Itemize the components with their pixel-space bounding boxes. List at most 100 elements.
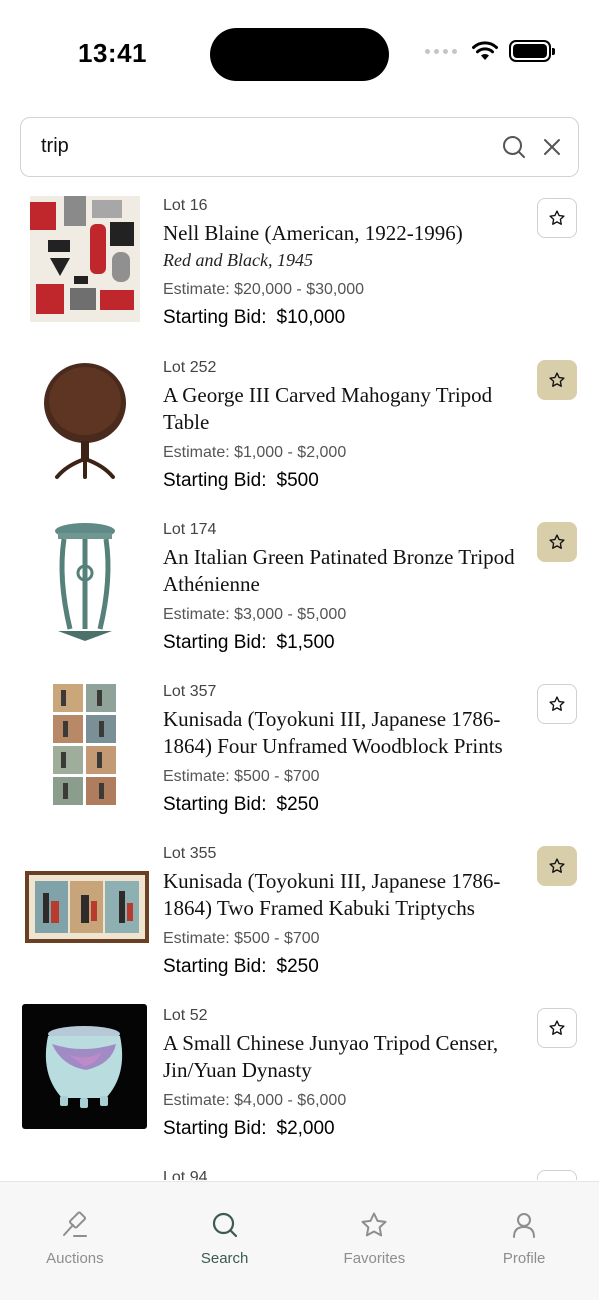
- battery-icon: [509, 40, 555, 62]
- lot-subtitle: Red and Black, 1945: [163, 250, 313, 270]
- lot-estimate: Estimate: $3,000 - $5,000: [163, 606, 347, 623]
- favorite-button[interactable]: [537, 1008, 577, 1048]
- status-time: 13:41: [78, 38, 147, 68]
- list-item[interactable]: Lot 52 A Small Chinese Junyao Tripod Cen…: [0, 1000, 599, 1162]
- tab-profile[interactable]: Profile: [449, 1182, 599, 1300]
- star-icon: [361, 1212, 387, 1237]
- starting-bid-value: $10,000: [276, 307, 346, 328]
- lot-number: Lot 252: [163, 359, 217, 376]
- star-icon: [549, 372, 565, 387]
- lot-number: Lot 52: [163, 1007, 208, 1024]
- lot-info[interactable]: Lot 174 An Italian Green Patinated Bronz…: [163, 520, 528, 656]
- tab-label: Profile: [502, 1250, 546, 1267]
- favorite-button[interactable]: [537, 684, 577, 724]
- search-input[interactable]: [41, 118, 481, 175]
- lot-title: Nell Blaine (American, 1922-1996): [163, 221, 463, 245]
- lot-estimate: Estimate: $500 - $700: [163, 768, 320, 785]
- lot-thumbnail[interactable]: [20, 518, 150, 648]
- lot-info[interactable]: Lot 94: [163, 1168, 528, 1180]
- lot-title: Kunisada (Toyokuni III, Japanese 1786-18…: [163, 869, 501, 920]
- lot-info[interactable]: Lot 252 A George III Carved Mahogany Tri…: [163, 358, 528, 494]
- abstract-painting-image: [30, 196, 140, 322]
- lot-thumbnail[interactable]: [20, 680, 150, 810]
- lot-title: An Italian Green Patinated Bronze Tripod…: [163, 545, 515, 596]
- lot-number: Lot 16: [163, 197, 208, 214]
- athenienne-image: [55, 523, 115, 641]
- tab-search[interactable]: Search: [150, 1182, 300, 1300]
- starting-bid-label: Starting Bid:: [163, 956, 267, 977]
- starting-bid-value: $250: [276, 956, 319, 977]
- lot-thumbnail[interactable]: [20, 194, 150, 324]
- woodblock-prints-image: [53, 684, 116, 805]
- lot-number: Lot 355: [163, 845, 217, 862]
- star-icon: [549, 210, 565, 225]
- lot-info[interactable]: Lot 16 Nell Blaine (American, 1922-1996)…: [163, 196, 528, 331]
- dynamic-island: [210, 28, 389, 81]
- lot-title: A Small Chinese Junyao Tripod Censer, Ji…: [163, 1031, 499, 1082]
- lot-number: Lot 94: [163, 1169, 208, 1180]
- list-item[interactable]: Lot 16 Nell Blaine (American, 1922-1996)…: [0, 190, 599, 352]
- starting-bid-value: $500: [276, 470, 319, 491]
- search-icon[interactable]: [501, 134, 527, 160]
- list-item[interactable]: Lot 94: [0, 1162, 599, 1180]
- favorite-button[interactable]: [537, 1170, 577, 1180]
- lot-number: Lot 357: [163, 683, 217, 700]
- lot-info[interactable]: Lot 357 Kunisada (Toyokuni III, Japanese…: [163, 682, 528, 818]
- gavel-icon: [62, 1211, 87, 1237]
- starting-bid: Starting Bid: $1,500: [163, 630, 528, 656]
- starting-bid-label: Starting Bid:: [163, 1118, 267, 1139]
- lot-thumbnail[interactable]: [22, 1004, 147, 1129]
- starting-bid-value: $1,500: [276, 632, 335, 653]
- starting-bid: Starting Bid: $500: [163, 468, 528, 494]
- starting-bid-label: Starting Bid:: [163, 794, 267, 815]
- star-icon: [549, 1020, 565, 1035]
- starting-bid: Starting Bid: $2,000: [163, 1116, 528, 1142]
- tripod-table-image: [44, 363, 126, 479]
- tab-bar: Auctions Search Favorites Profile: [0, 1181, 599, 1300]
- favorite-button[interactable]: [537, 522, 577, 562]
- starting-bid-label: Starting Bid:: [163, 307, 267, 328]
- star-icon: [549, 696, 565, 711]
- lot-number: Lot 174: [163, 521, 217, 538]
- list-item[interactable]: Lot 355 Kunisada (Toyokuni III, Japanese…: [0, 838, 599, 1000]
- starting-bid: Starting Bid: $250: [163, 792, 528, 818]
- lot-info[interactable]: Lot 355 Kunisada (Toyokuni III, Japanese…: [163, 844, 528, 980]
- starting-bid-value: $2,000: [276, 1118, 335, 1139]
- favorite-button[interactable]: [537, 846, 577, 886]
- lot-info[interactable]: Lot 52 A Small Chinese Junyao Tripod Cen…: [163, 1006, 528, 1142]
- lot-estimate: Estimate: $1,000 - $2,000: [163, 444, 347, 461]
- status-bar: 13:41: [0, 0, 599, 100]
- tab-favorites[interactable]: Favorites: [300, 1182, 450, 1300]
- results-list[interactable]: Lot 16 Nell Blaine (American, 1922-1996)…: [0, 190, 599, 1180]
- search-bar: [20, 117, 579, 177]
- lot-thumbnail[interactable]: [20, 356, 150, 486]
- star-icon: [549, 858, 565, 873]
- lot-estimate: Estimate: $500 - $700: [163, 930, 320, 947]
- tab-label: Search: [200, 1250, 249, 1267]
- starting-bid: Starting Bid: $10,000: [163, 305, 528, 331]
- close-icon[interactable]: [539, 134, 565, 160]
- search-icon: [212, 1212, 237, 1238]
- lot-thumbnail[interactable]: [22, 842, 152, 972]
- starting-bid: Starting Bid: $250: [163, 954, 528, 980]
- list-item[interactable]: Lot 174 An Italian Green Patinated Bronz…: [0, 514, 599, 676]
- tab-label: Favorites: [343, 1250, 406, 1267]
- censer-image: [22, 1004, 147, 1129]
- favorite-button[interactable]: [537, 360, 577, 400]
- starting-bid-label: Starting Bid:: [163, 470, 267, 491]
- person-icon: [513, 1213, 536, 1238]
- lot-title: Kunisada (Toyokuni III, Japanese 1786-18…: [163, 707, 503, 758]
- list-item[interactable]: Lot 252 A George III Carved Mahogany Tri…: [0, 352, 599, 514]
- status-icons: [425, 40, 555, 62]
- tab-label: Auctions: [46, 1250, 104, 1267]
- star-icon: [549, 534, 565, 549]
- list-item[interactable]: Lot 357 Kunisada (Toyokuni III, Japanese…: [0, 676, 599, 838]
- lot-estimate: Estimate: $4,000 - $6,000: [163, 1092, 347, 1109]
- starting-bid-value: $250: [276, 794, 319, 815]
- favorite-button[interactable]: [537, 198, 577, 238]
- tab-auctions[interactable]: Auctions: [0, 1182, 150, 1300]
- lot-title: A George III Carved Mahogany Tripod Tabl…: [163, 383, 493, 434]
- cellular-signal-icon: [425, 48, 457, 54]
- framed-triptych-image: [25, 871, 149, 943]
- wifi-icon: [472, 41, 498, 60]
